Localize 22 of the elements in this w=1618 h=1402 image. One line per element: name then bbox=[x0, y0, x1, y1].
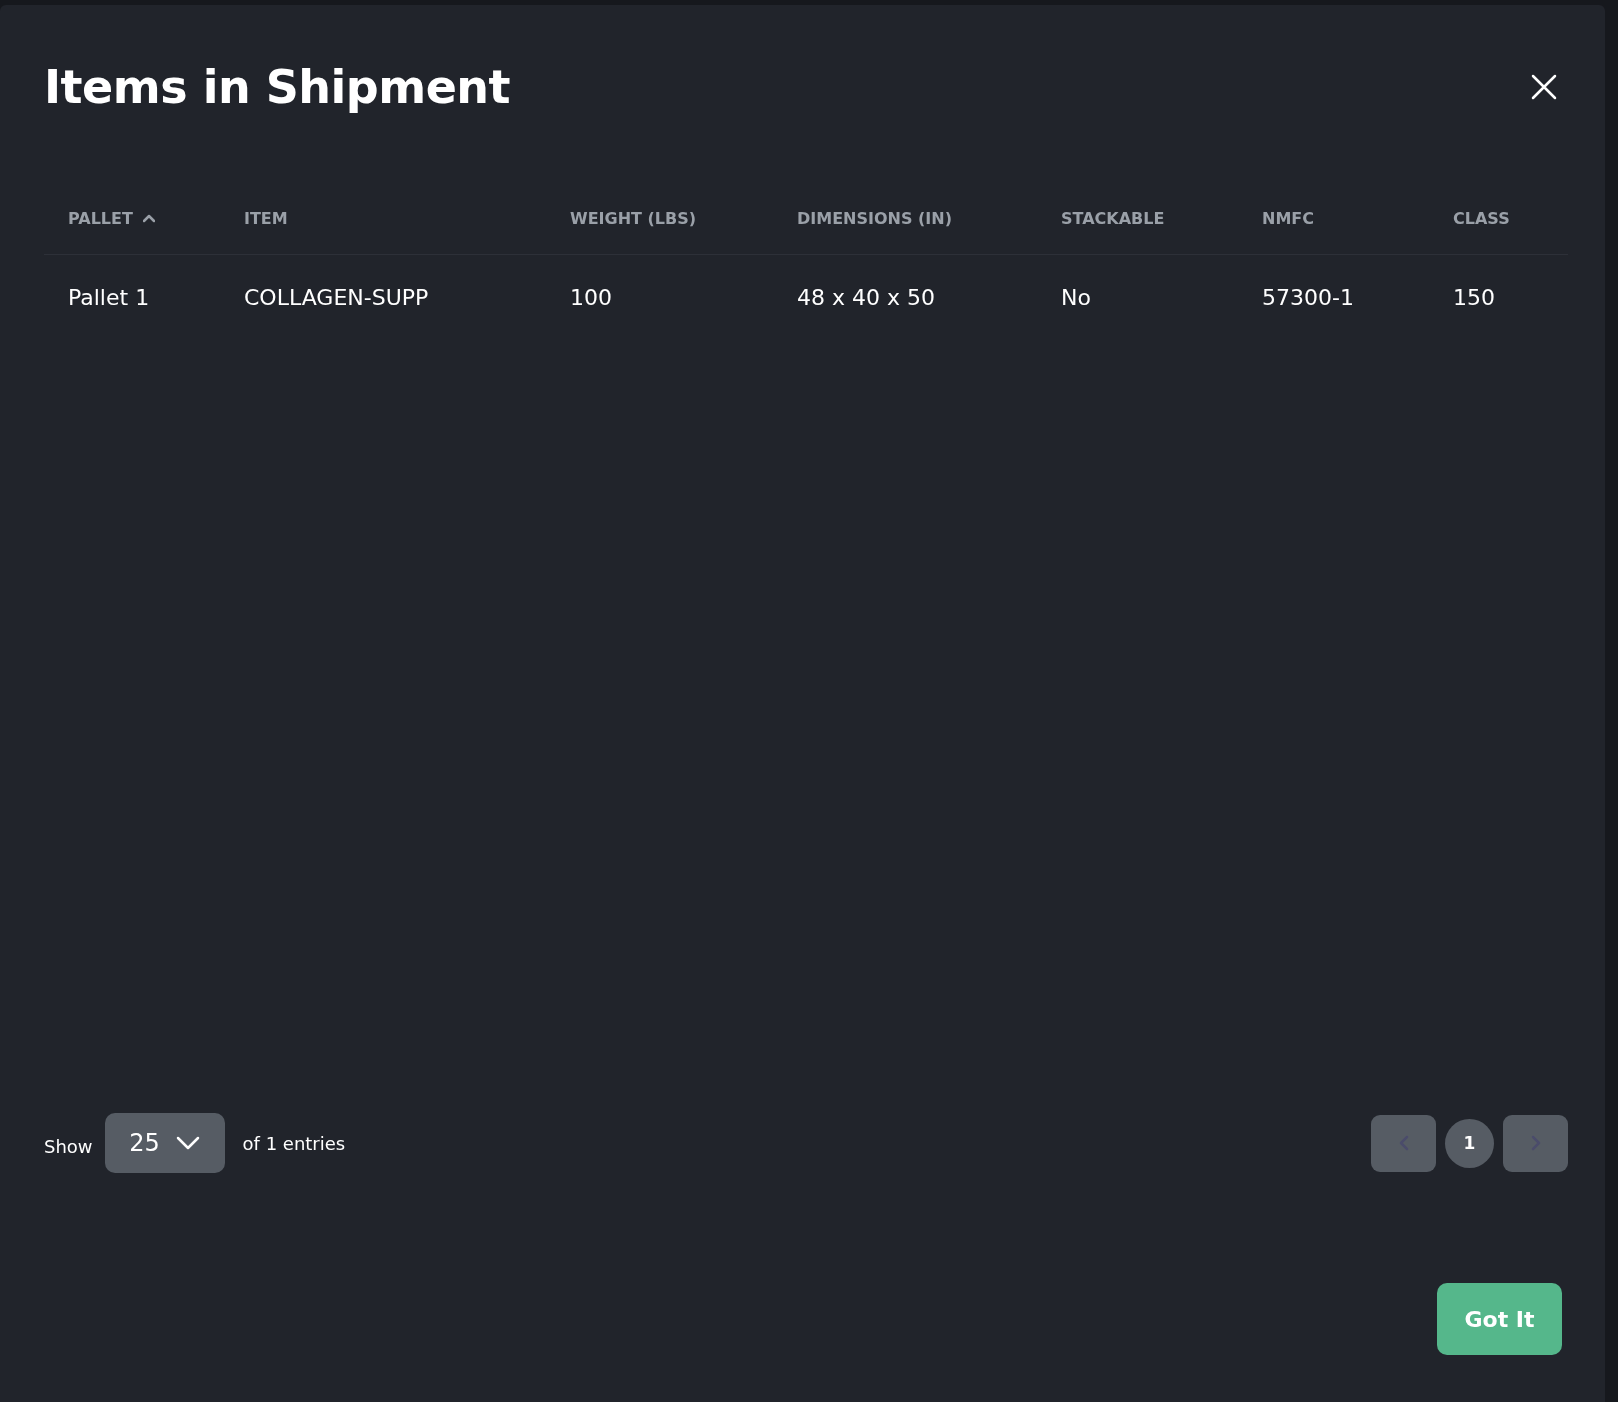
column-header[interactable]: DIMENSIONS (IN) bbox=[797, 208, 952, 228]
column-header[interactable]: PALLET bbox=[68, 208, 133, 228]
column-header[interactable]: WEIGHT (LBS) bbox=[570, 208, 697, 228]
sort-icon[interactable] bbox=[142, 213, 155, 223]
column-header[interactable]: ITEM bbox=[244, 208, 288, 228]
table-cell-text: 57300-1 bbox=[1262, 284, 1355, 310]
column-header[interactable]: CLASS bbox=[1453, 208, 1510, 228]
table-cell-text: 150 bbox=[1453, 284, 1496, 310]
column-header[interactable]: NMFC bbox=[1262, 208, 1314, 228]
chevron-down-icon bbox=[175, 1136, 200, 1150]
table-cell-text: No bbox=[1061, 284, 1092, 310]
table-cell-text: Pallet 1 bbox=[68, 284, 151, 310]
modal-title: Items in Shipment bbox=[44, 60, 511, 114]
page-button[interactable]: 1 bbox=[1445, 1118, 1494, 1168]
show-label: Show bbox=[44, 1135, 93, 1157]
page-size-dropdown[interactable]: 25 bbox=[104, 1113, 225, 1173]
column-header[interactable]: STACKABLE bbox=[1061, 208, 1165, 228]
table-cell-text: 100 bbox=[570, 284, 613, 310]
table-cell-text: COLLAGEN-SUPP bbox=[244, 284, 430, 310]
table-cell-text: 48 x 40 x 50 bbox=[797, 284, 936, 310]
entries-count: of 1 entries bbox=[242, 1132, 346, 1154]
close-icon bbox=[1530, 73, 1558, 101]
